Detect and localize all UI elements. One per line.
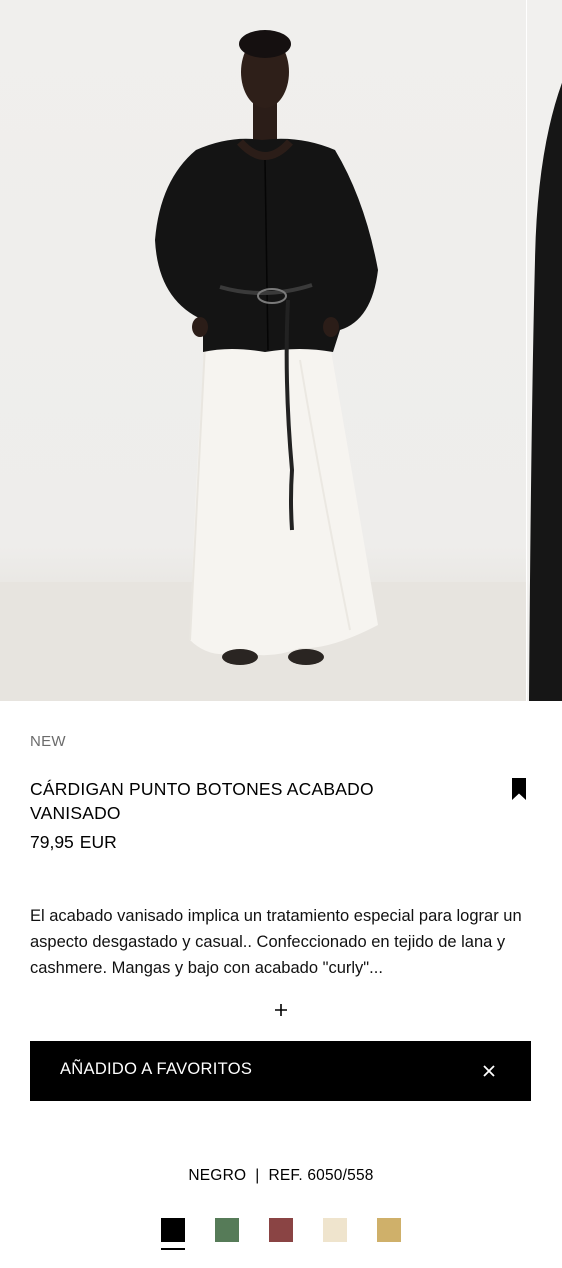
swatch-cream[interactable] (323, 1218, 347, 1242)
expand-description-button[interactable] (270, 998, 292, 1022)
favorite-button[interactable] (508, 777, 530, 801)
bookmark-filled-icon (512, 778, 526, 800)
product-price: 79,95 EUR (30, 832, 117, 853)
new-badge: NEW (30, 733, 66, 750)
product-photo-next[interactable] (526, 0, 562, 701)
product-image-carousel[interactable] (0, 0, 562, 701)
toast-message: AÑADIDO A FAVORITOS (60, 1060, 253, 1078)
swatch-black[interactable] (161, 1218, 185, 1250)
next-photo-preview (529, 82, 562, 701)
swatch-mustard[interactable] (377, 1218, 401, 1242)
close-icon (483, 1065, 495, 1077)
product-description: El acabado vanisado implica un tratamien… (30, 907, 522, 977)
plus-icon (275, 1004, 287, 1016)
color-reference-line: NEGRO | REF. 6050/558 (0, 1167, 562, 1185)
price-currency: EUR (79, 832, 117, 852)
separator: | (255, 1167, 260, 1184)
product-title: CÁRDIGAN PUNTO BOTONES ACABADO VANISADO (30, 779, 374, 823)
product-photo-model[interactable] (0, 0, 526, 701)
color-name: NEGRO (188, 1167, 247, 1184)
swatch-burgundy[interactable] (269, 1218, 293, 1242)
price-amount: 79,95 (30, 832, 74, 852)
swatch-green[interactable] (215, 1218, 239, 1242)
product-reference: REF. 6050/558 (268, 1167, 374, 1184)
product-page: NEW CÁRDIGAN PUNTO BOTONES ACABADO VANIS… (0, 0, 562, 1268)
model-illustration (0, 30, 526, 701)
selected-swatch-indicator (161, 1248, 185, 1250)
toast-close-button[interactable] (481, 1063, 497, 1079)
favorites-toast: AÑADIDO A FAVORITOS (30, 1041, 531, 1101)
